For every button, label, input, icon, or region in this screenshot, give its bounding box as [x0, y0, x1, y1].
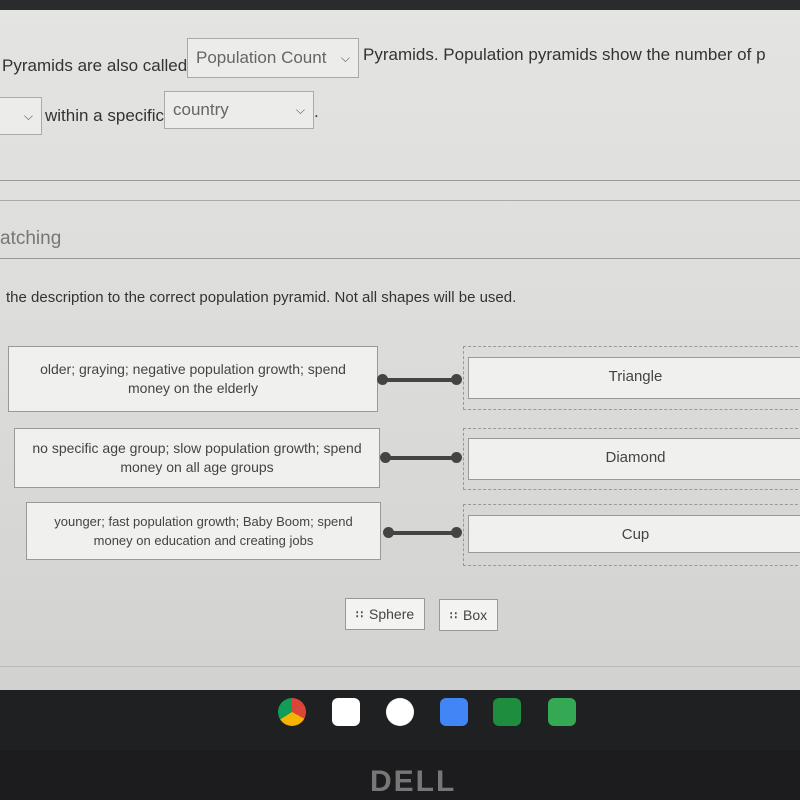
connector-line [385, 456, 457, 460]
option-chip-box[interactable]: ∷ Box [439, 599, 499, 631]
connector-handle[interactable] [377, 374, 388, 385]
pyramid-name-select[interactable]: Population Count ⌵ [187, 38, 359, 78]
region-select[interactable]: country ⌵ [164, 91, 314, 129]
chevron-down-icon: ⌵ [295, 102, 305, 117]
answer-card[interactable]: Diamond [468, 438, 800, 480]
answer-card[interactable]: Cup [468, 515, 800, 553]
sentence-text: Pyramids are also called [2, 56, 188, 75]
description-card[interactable]: older; graying; negative population grow… [8, 346, 378, 412]
screen: Pyramids are also called Population Coun… [0, 0, 800, 690]
description-card[interactable]: younger; fast population growth; Baby Bo… [26, 502, 381, 560]
top-bar [0, 0, 800, 10]
connector-line [382, 378, 458, 382]
dell-logo: DELL [370, 765, 457, 798]
connector-handle[interactable] [380, 452, 391, 463]
chevron-down-icon: ⌵ [23, 108, 33, 123]
section-title: atching [0, 228, 62, 249]
sentence-period: . [314, 102, 319, 121]
answer-card[interactable]: Triangle [468, 357, 800, 399]
select-value: Population Count [196, 48, 327, 67]
option-chip-sphere[interactable]: ∷ Sphere [345, 598, 426, 630]
docs-icon[interactable] [440, 698, 468, 726]
connector-handle[interactable] [451, 452, 462, 463]
chevron-down-icon: ⌵ [340, 50, 350, 65]
connector-handle[interactable] [383, 527, 394, 538]
connector-line [388, 531, 458, 535]
chrome-icon[interactable] [278, 698, 306, 726]
select-value: country [173, 100, 229, 119]
connector-handle[interactable] [451, 527, 462, 538]
sentence-text: within a specific [45, 106, 165, 125]
drag-handle-icon: ∷ [450, 609, 457, 622]
gmail-icon[interactable] [332, 698, 360, 726]
drag-handle-icon: ∷ [356, 608, 363, 621]
drive-icon[interactable] [386, 698, 414, 726]
sentence-text: Pyramids. Population pyramids show the n… [363, 45, 766, 64]
chip-label: Sphere [369, 606, 415, 622]
blank-select[interactable]: ⌵ [0, 97, 42, 135]
connector-handle[interactable] [451, 374, 462, 385]
classroom-icon[interactable] [493, 698, 521, 726]
description-card[interactable]: no specific age group; slow population g… [14, 428, 380, 488]
play-store-icon[interactable] [548, 698, 576, 726]
instructions: the description to the correct populatio… [6, 289, 517, 306]
chip-label: Box [463, 607, 488, 623]
